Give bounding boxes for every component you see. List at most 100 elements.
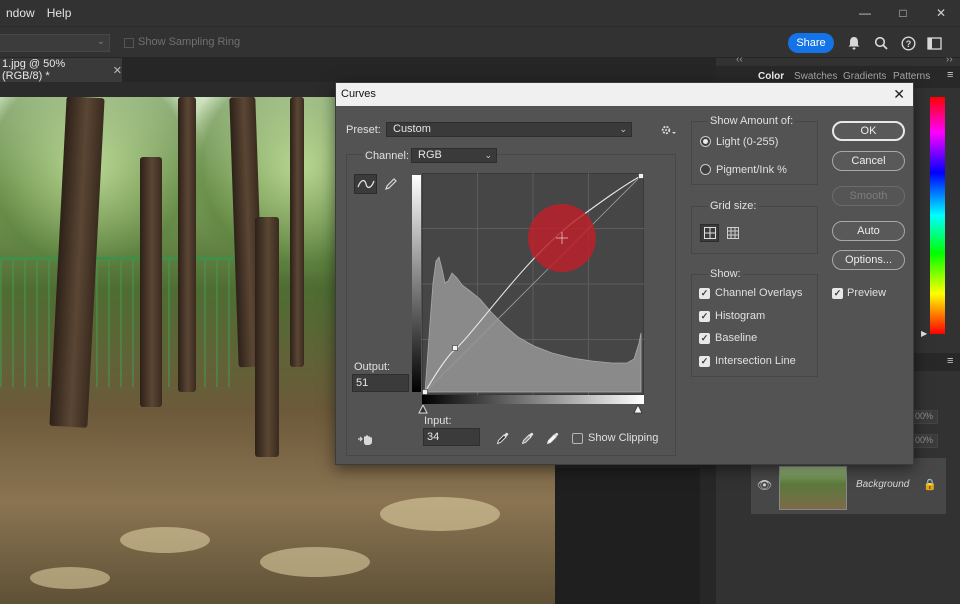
chevron-down-icon: ⌄: [96, 36, 105, 47]
output-field[interactable]: 51: [352, 374, 409, 392]
baseline-label: Baseline: [715, 332, 758, 344]
opacity-field[interactable]: 00%: [912, 410, 938, 424]
sunlight-patch: [30, 567, 110, 589]
bell-icon[interactable]: [845, 34, 863, 52]
light-radio[interactable]: [700, 136, 711, 147]
curve-point-tool-button[interactable]: [354, 174, 377, 194]
tree-trunk: [255, 217, 279, 457]
sampling-ring-checkbox[interactable]: [124, 38, 134, 48]
eye-icon[interactable]: 👁: [757, 478, 772, 492]
sunlight-patch: [260, 547, 370, 577]
channel-label: Channel:: [363, 150, 412, 162]
show-amount-title: Show Amount of:: [708, 115, 796, 127]
auto-button[interactable]: Auto: [832, 221, 905, 241]
tab-color[interactable]: Color: [758, 71, 784, 82]
color-spectrum-slider[interactable]: [930, 97, 945, 334]
maximize-button[interactable]: □: [884, 0, 922, 26]
output-label: Output:: [354, 361, 391, 373]
layer-name: Background: [856, 479, 910, 490]
histogram-checkbox[interactable]: ✓: [699, 311, 710, 322]
layers-panel-menu-icon[interactable]: ≡: [947, 355, 953, 367]
sunlight-patch: [380, 497, 500, 531]
curves-dialog: Curves ✕ Preset: Custom ⌄ Channel: RGB ⌄…: [335, 82, 914, 465]
white-eyedropper-icon[interactable]: [541, 428, 564, 448]
spectrum-marker-icon[interactable]: ▶: [921, 329, 927, 338]
dialog-title-bar[interactable]: Curves ✕: [336, 83, 913, 106]
collapse-left-icon[interactable]: ‹‹: [736, 54, 743, 65]
on-image-adjustment-hand-icon[interactable]: [354, 429, 377, 449]
cancel-button[interactable]: Cancel: [832, 151, 905, 171]
black-point-slider[interactable]: [418, 405, 428, 414]
ok-button[interactable]: OK: [832, 121, 905, 141]
pigment-label: Pigment/Ink %: [716, 164, 787, 176]
show-clipping-label: Show Clipping: [588, 432, 659, 444]
channel-overlays-checkbox[interactable]: ✓: [699, 288, 710, 299]
menu-help[interactable]: Help: [41, 6, 78, 20]
layer-thumbnail: [779, 466, 847, 510]
document-tab-title: 1.jpg @ 50% (RGB/8) *: [2, 58, 66, 82]
close-dialog-button[interactable]: ✕: [893, 86, 905, 103]
tab-swatches[interactable]: Swatches: [794, 71, 837, 82]
sampling-ring-label: Show Sampling Ring: [138, 36, 241, 48]
grid-4x4-icon[interactable]: [700, 224, 719, 242]
gray-eyedropper-icon[interactable]: [516, 428, 539, 448]
pencil-icon[interactable]: [379, 174, 402, 194]
svg-text:?: ?: [905, 39, 911, 49]
sunlight-patch: [120, 527, 210, 553]
green-fence: [0, 257, 240, 387]
tab-gradients[interactable]: Gradients: [843, 71, 886, 82]
show-clipping-checkbox[interactable]: [572, 433, 583, 444]
tree-trunk: [178, 97, 196, 392]
options-bar: ⌄ Show Sampling Ring Share ?: [0, 26, 960, 58]
menu-bar: ndow Help: [0, 0, 960, 26]
collapse-right-icon[interactable]: ››: [946, 54, 953, 65]
preview-label: Preview: [847, 287, 887, 299]
intersection-line-label: Intersection Line: [715, 355, 796, 367]
close-window-button[interactable]: ✕: [922, 0, 960, 26]
input-field[interactable]: 34: [423, 428, 480, 446]
preset-options-gear-icon[interactable]: [656, 120, 679, 140]
preset-label: Preset:: [346, 124, 381, 136]
light-label: Light (0-255): [716, 136, 779, 148]
pigment-radio[interactable]: [700, 164, 711, 175]
fill-field[interactable]: 00%: [912, 434, 938, 448]
sample-size-select[interactable]: ⌄: [0, 34, 110, 52]
input-label: Input:: [424, 415, 452, 427]
search-icon[interactable]: [872, 34, 890, 52]
help-icon[interactable]: ?: [899, 34, 917, 52]
white-point-slider[interactable]: [633, 405, 643, 414]
input-gradient-bar: [422, 395, 644, 404]
minimize-button[interactable]: —: [846, 0, 884, 26]
pasteboard-dark: [555, 468, 700, 604]
document-tab-bar: 1.jpg @ 50% (RGB/8) * ✕: [0, 58, 716, 82]
histogram-label: Histogram: [715, 310, 766, 322]
curve-endpoint-black[interactable]: [422, 389, 428, 395]
tab-patterns[interactable]: Patterns: [893, 71, 930, 82]
tree-trunk: [140, 157, 162, 407]
grid-10x10-icon[interactable]: [723, 224, 742, 242]
close-tab-icon[interactable]: ✕: [113, 64, 122, 77]
smooth-button[interactable]: Smooth: [832, 186, 905, 206]
intersection-line-checkbox[interactable]: ✓: [699, 356, 710, 367]
curve-point[interactable]: [452, 345, 458, 351]
share-button[interactable]: Share: [788, 33, 834, 53]
menu-window[interactable]: ndow: [0, 6, 41, 20]
chevron-down-icon: ⌄: [619, 124, 627, 134]
channel-overlays-label: Channel Overlays: [715, 287, 803, 299]
tree-trunk: [290, 97, 304, 367]
chevron-down-icon: ⌄: [484, 150, 492, 160]
options-button[interactable]: Options...: [832, 250, 905, 270]
lock-icon[interactable]: 🔒: [923, 478, 937, 491]
preview-checkbox[interactable]: ✓: [832, 288, 843, 299]
workspace-icon[interactable]: [925, 34, 943, 52]
grid-size-title: Grid size:: [708, 200, 759, 212]
black-eyedropper-icon[interactable]: [491, 428, 514, 448]
curve-graph[interactable]: [422, 173, 644, 395]
baseline-checkbox[interactable]: ✓: [699, 333, 710, 344]
channel-select[interactable]: RGB ⌄: [411, 148, 497, 163]
dialog-title: Curves: [341, 88, 376, 100]
document-tab[interactable]: 1.jpg @ 50% (RGB/8) * ✕: [0, 58, 122, 82]
curve-endpoint-white[interactable]: [638, 173, 644, 179]
preset-select[interactable]: Custom ⌄: [386, 122, 632, 137]
panel-menu-icon[interactable]: ≡: [947, 69, 953, 81]
